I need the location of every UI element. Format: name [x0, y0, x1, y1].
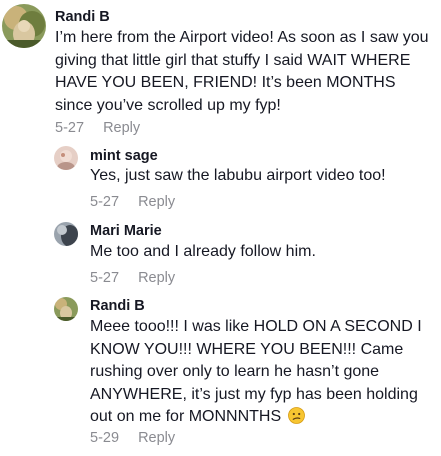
reply-date: 5-29: [90, 430, 120, 446]
reply-meta: 5-27 Reply: [90, 194, 175, 210]
comment-text: I’m here from the Airport video! As soon…: [55, 29, 429, 114]
reply-date: 5-27: [90, 270, 120, 286]
avatar[interactable]: [2, 4, 46, 48]
avatar-image-icon: [54, 297, 78, 321]
reply-button[interactable]: Reply: [138, 194, 175, 210]
reply-text: Me too and I already follow him.: [90, 243, 316, 260]
avatar-image-icon: [54, 222, 78, 246]
confused-face-icon: [287, 407, 305, 424]
reply-username[interactable]: Randi B: [90, 298, 145, 314]
comment-meta: 5-27 Reply: [55, 120, 140, 136]
reply-text: Meee tooo!!! I was like HOLD ON A SECOND…: [90, 316, 435, 429]
reply-meta: 5-27 Reply: [90, 270, 175, 286]
comment-date: 5-27: [55, 120, 85, 136]
reply-button[interactable]: Reply: [103, 120, 140, 136]
comment-username[interactable]: Randi B: [55, 9, 110, 25]
avatar-image-icon: [54, 146, 78, 170]
reply-username[interactable]: mint sage: [90, 148, 158, 164]
reply-button[interactable]: Reply: [138, 270, 175, 286]
reply-date: 5-27: [90, 194, 120, 210]
reply-button[interactable]: Reply: [138, 430, 175, 446]
avatar[interactable]: [54, 222, 78, 246]
reply-username[interactable]: Mari Marie: [90, 223, 162, 239]
reply-text: Yes, just saw the labubu airport video t…: [90, 167, 386, 184]
avatar-image-icon: [2, 4, 46, 48]
avatar[interactable]: [54, 297, 78, 321]
reply-meta: 5-29 Reply: [90, 430, 175, 446]
avatar[interactable]: [54, 146, 78, 170]
reply-text-content: Meee tooo!!! I was like HOLD ON A SECOND…: [90, 318, 422, 425]
